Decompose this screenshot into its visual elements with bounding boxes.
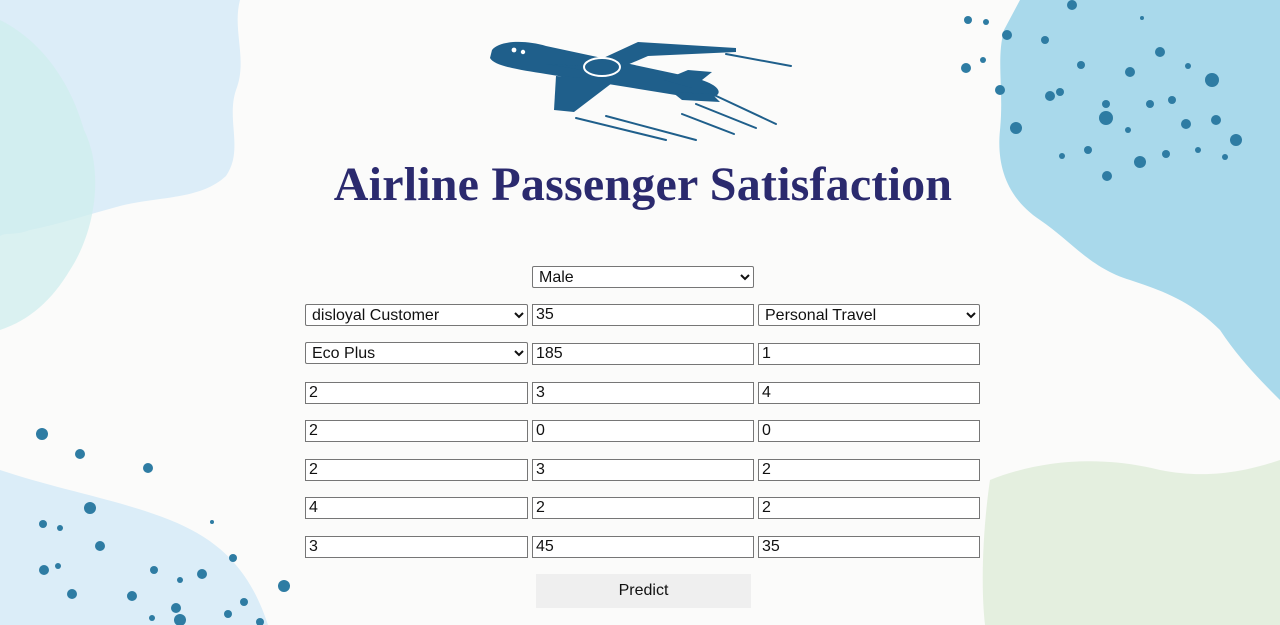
rating-input[interactable]: [758, 382, 980, 404]
age-input[interactable]: [532, 304, 754, 326]
rating-input[interactable]: [305, 459, 528, 481]
rating-input[interactable]: [758, 459, 980, 481]
page-title: Airline Passenger Satisfaction: [333, 158, 953, 211]
rating-input[interactable]: [305, 497, 528, 519]
travel-type-select[interactable]: Personal TravelBusiness travel: [758, 304, 980, 326]
rating-input[interactable]: [305, 382, 528, 404]
rating-input[interactable]: [305, 420, 528, 442]
rating-input[interactable]: [758, 420, 980, 442]
airplane-icon: [490, 41, 792, 141]
rating-input[interactable]: [758, 343, 980, 365]
rating-input[interactable]: [532, 459, 754, 481]
rating-input[interactable]: [532, 420, 754, 442]
class-select[interactable]: EcoEco PlusBusiness: [305, 342, 528, 364]
customer-type-select[interactable]: Loyal Customerdisloyal Customer: [305, 304, 528, 326]
flight-distance-input[interactable]: [532, 343, 754, 365]
rating-input[interactable]: [532, 382, 754, 404]
rating-input[interactable]: [758, 497, 980, 519]
gender-select[interactable]: MaleFemale: [532, 266, 754, 288]
delay-input[interactable]: [305, 536, 528, 558]
rating-input[interactable]: [532, 497, 754, 519]
predict-button[interactable]: Predict: [536, 574, 751, 608]
departure-delay-input[interactable]: [532, 536, 754, 558]
arrival-delay-input[interactable]: [758, 536, 980, 558]
page-content: Airline Passenger Satisfaction MaleFemal…: [0, 0, 1280, 625]
